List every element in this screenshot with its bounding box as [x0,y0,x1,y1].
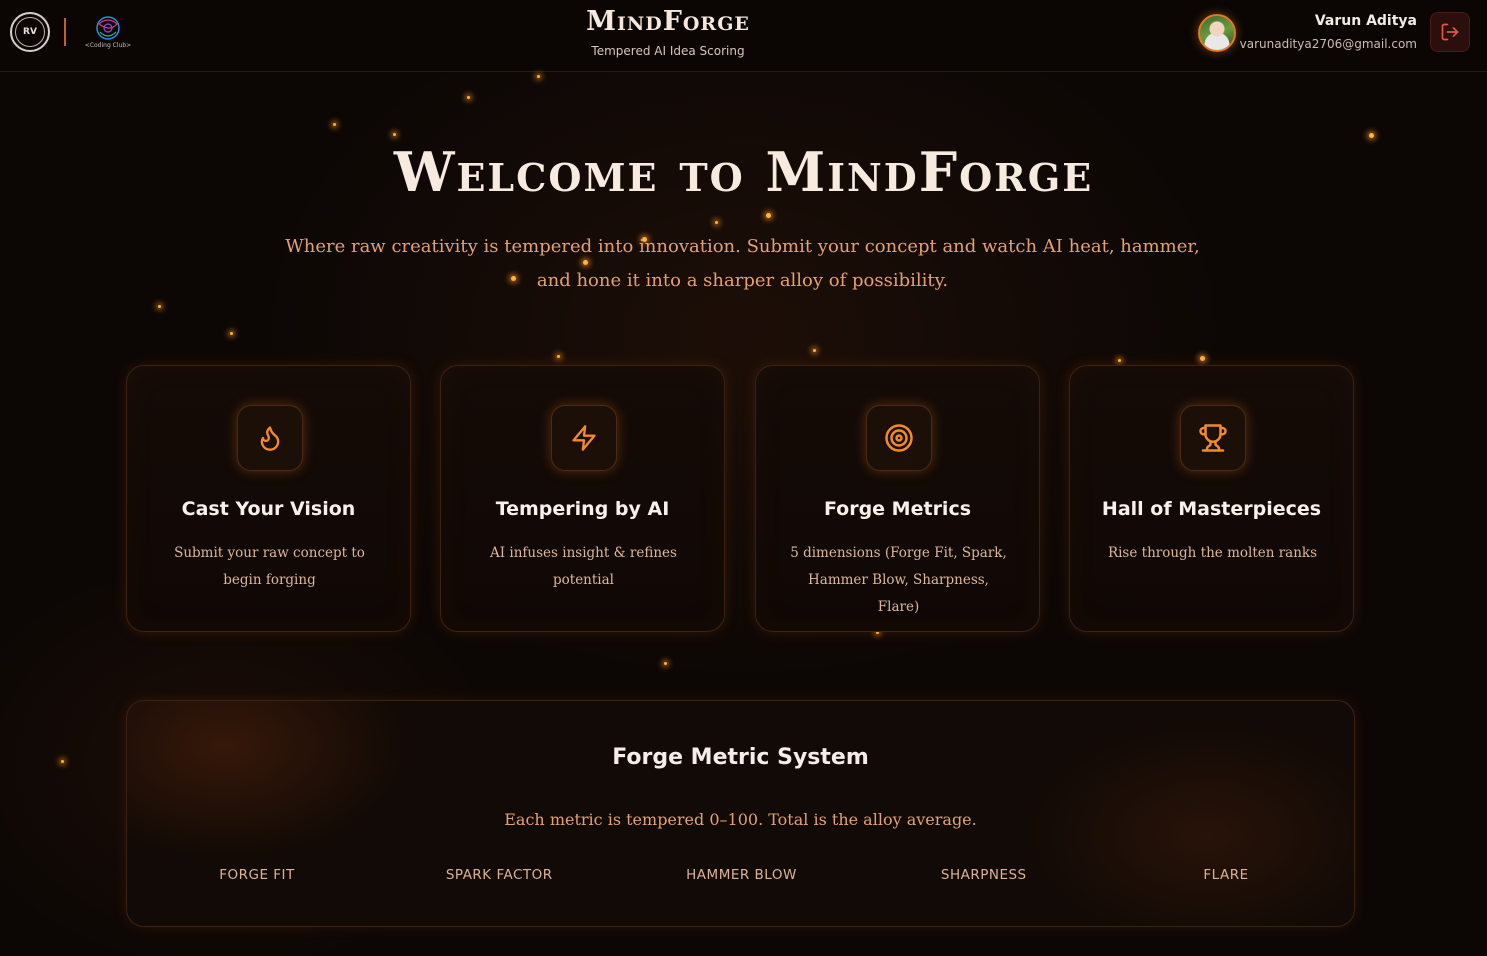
ember-particle [715,221,718,224]
feature-card-cast-your-vision[interactable]: Cast Your Vision Submit your raw concept… [126,365,411,632]
metric-sharpness: Sharpness [940,867,1027,883]
logout-icon [1441,23,1459,41]
top-header: RV <Coding Club> MindForge Tempered AI I… [0,0,1487,72]
hero-description: Where raw creativity is tempered into in… [285,236,1200,291]
card-description: 5 dimensions (Forge Fit, Spark, Hammer B… [790,545,1007,615]
metric-spark-factor: Spark Factor [445,867,553,883]
ember-particle [230,332,233,335]
card-icon-box [237,405,303,471]
metric-system-title: Forge Metric System [612,745,869,770]
feature-card-hall-of-masterpieces[interactable]: Hall of Masterpieces Rise through the mo… [1069,365,1354,632]
ember-particle [537,75,540,78]
card-icon-box [551,405,617,471]
user-avatar[interactable] [1198,14,1236,52]
card-description: AI infuses insight & refines potential [490,545,677,588]
card-title: Hall of Masterpieces [1101,498,1322,520]
card-title: Forge Metrics [823,498,972,520]
feature-card-forge-metrics[interactable]: Forge Metrics 5 dimensions (Forge Fit, S… [755,365,1040,632]
app-subtitle: Tempered AI Idea Scoring [591,44,745,58]
metric-hammer-blow: Hammer Blow [686,867,797,883]
flame-icon [260,426,280,451]
ember-particle [766,213,771,218]
user-name: Varun Aditya [1314,13,1417,29]
app-title: MindForge [586,6,750,37]
card-title: Cast Your Vision [181,498,356,520]
metric-forge-fit: Forge Fit [219,867,295,883]
card-title: Tempering by AI [495,498,670,520]
lightning-icon [572,425,596,451]
hero-title: Welcome to MindForge [393,140,1094,204]
card-description: Rise through the molten ranks [1107,545,1318,561]
forge-metric-system-panel: Forge Metric System Each metric is tempe… [126,700,1355,927]
ember-particle [61,760,64,763]
ember-particle [158,305,161,308]
metric-list: Forge Fit Spark Factor Hammer Blow Sharp… [157,867,1326,883]
target-icon [885,424,913,452]
metric-flare: Flare [1203,867,1249,883]
ember-particle [557,355,560,358]
user-email: varunaditya2706@gmail.com [1239,37,1417,51]
ember-particle [467,96,470,99]
ember-particle [333,123,336,126]
ember-particle [1118,359,1121,362]
ember-particle [664,662,667,665]
feature-card-tempering-by-ai[interactable]: Tempering by AI AI infuses insight & ref… [440,365,725,632]
card-description: Submit your raw concept to begin forging [174,545,365,588]
ember-particle [393,133,396,136]
trophy-icon [1199,424,1227,452]
ember-particle [813,349,816,352]
ember-particle [1369,133,1374,138]
logout-button[interactable] [1430,12,1470,52]
card-icon-box [1180,405,1246,471]
ember-particle [1200,356,1205,361]
card-icon-box [866,405,932,471]
metric-system-subtitle: Each metric is tempered 0–100. Total is … [504,810,977,829]
